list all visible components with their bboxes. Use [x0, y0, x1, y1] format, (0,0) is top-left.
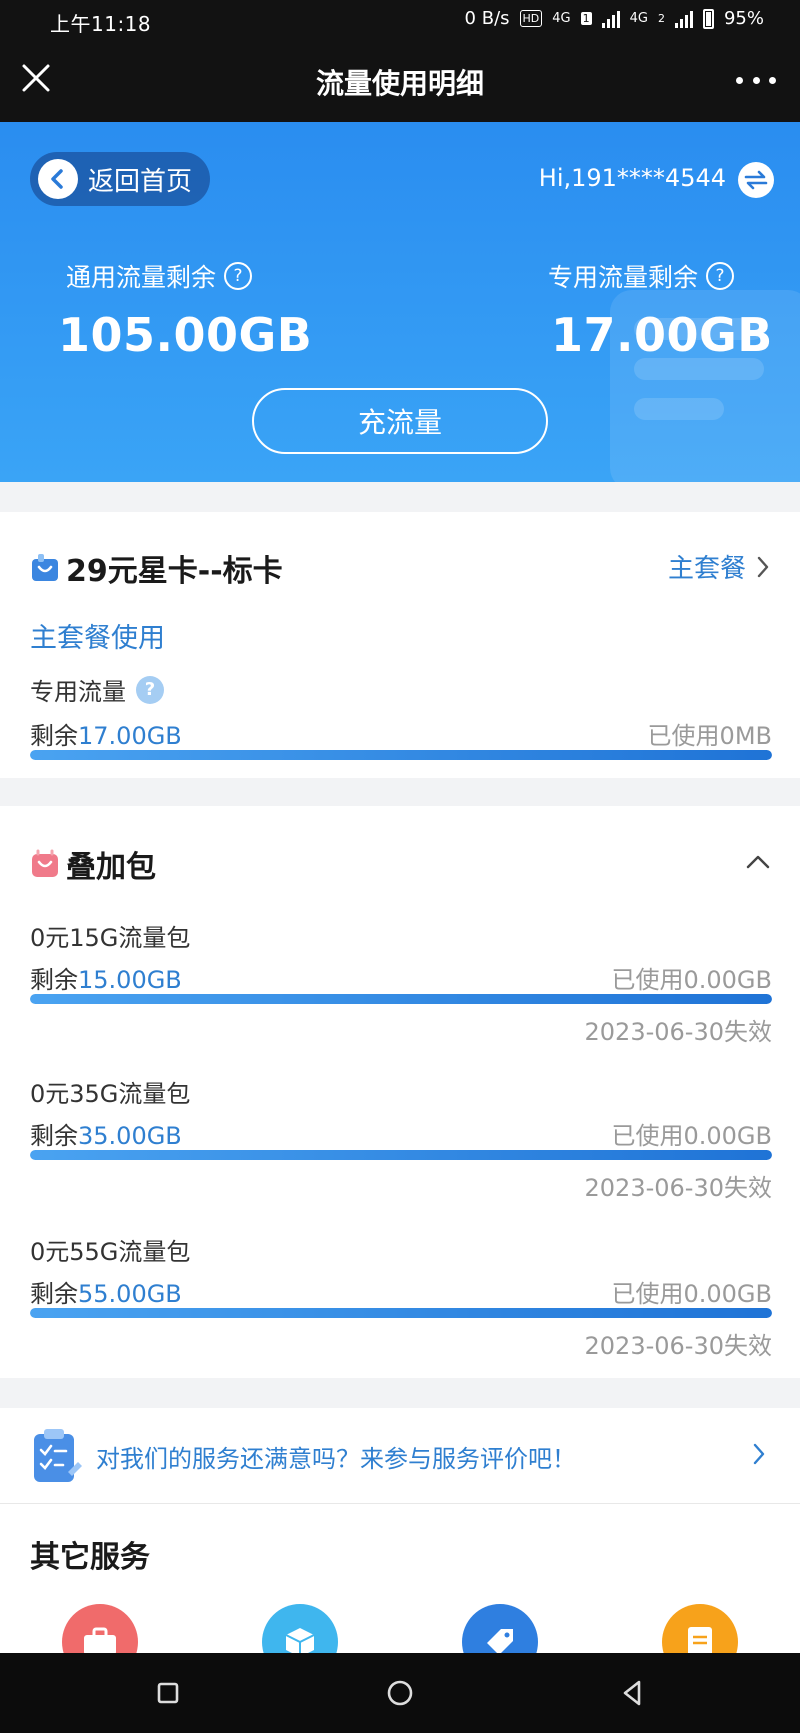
progress-fill [30, 994, 772, 1004]
general-quota-value: 105.00GB [58, 308, 313, 362]
special-data-progress-bar [30, 750, 772, 760]
main-package-usage-heading: 主套餐使用 [30, 623, 165, 654]
special-data-label: 专用流量 [30, 678, 126, 706]
special-data-remaining: 剩余17.00GB [30, 722, 182, 750]
status-bar: 上午11:18 0 B/s HD 4G 1 4G 2 95% [0, 0, 800, 40]
status-indicators: 0 B/s HD 4G 1 4G 2 95% [465, 8, 764, 29]
special-quota-value: 17.00GB [551, 308, 773, 362]
tag-icon[interactable] [462, 1604, 538, 1654]
back-icon[interactable] [616, 1677, 648, 1709]
hd-badge: HD [519, 10, 543, 27]
recent-apps-icon[interactable] [152, 1677, 184, 1709]
special-quota-label: 专用流量剩余 [548, 263, 699, 292]
bag-icon [32, 554, 58, 581]
chevron-up-icon[interactable] [744, 848, 772, 876]
sim-2: 2 [657, 12, 665, 25]
help-icon[interactable]: ? [706, 262, 735, 290]
addon-item-used: 已使用0.00GB [611, 966, 773, 994]
other-services-title: 其它服务 [30, 1540, 150, 1575]
gift-bag-icon [32, 849, 58, 877]
addon-item-expiry: 2023-06-30失效 [584, 1018, 772, 1046]
chevron-right-icon [753, 1443, 765, 1465]
signal-1-icon [601, 10, 620, 28]
special-data-remaining-value: 17.00GB [78, 722, 182, 750]
top-bar: 上午11:18 0 B/s HD 4G 1 4G 2 95% 流量使用明细 [0, 0, 800, 122]
help-icon[interactable]: ? [224, 262, 253, 290]
system-navigation-bar [0, 1653, 800, 1733]
plan-card: 29元星卡--标卡 主套餐 主套餐使用 专用流量 ? 剩余17.00GB 已使用… [0, 512, 800, 778]
battery-icon [702, 8, 714, 29]
service-survey-banner[interactable]: 对我们的服务还满意吗？来参与服务评价吧！ [0, 1408, 800, 1504]
addon-progress-bar [30, 1308, 772, 1318]
other-services-section: 其它服务 [0, 1504, 800, 1654]
net-speed: 0 B/s [464, 8, 510, 29]
back-home-button[interactable]: 返回首页 [30, 152, 210, 206]
progress-fill [30, 1308, 772, 1318]
signal-2-icon [674, 10, 693, 28]
nav-bar: 流量使用明细 [0, 40, 800, 122]
page-title: 流量使用明细 [315, 67, 484, 100]
addon-item-expiry: 2023-06-30失效 [584, 1332, 772, 1360]
sim-1: 1 [580, 12, 592, 25]
quota-header: 返回首页 Hi,191****4544 通用流量剩余 ? 105.00GB 专用… [0, 122, 800, 482]
network-2: 4G [629, 11, 648, 26]
network-1: 4G [552, 11, 571, 26]
addon-progress-bar [30, 994, 772, 1004]
addon-item-used: 已使用0.00GB [611, 1280, 773, 1308]
special-data-used: 已使用0MB [647, 722, 772, 750]
survey-text: 对我们的服务还满意吗？来参与服务评价吧！ [96, 1444, 576, 1473]
special-quota: 专用流量剩余 ? 17.00GB [548, 258, 773, 362]
home-icon[interactable] [384, 1677, 416, 1709]
main-package-link[interactable]: 主套餐 [668, 548, 770, 585]
addon-item-used: 已使用0.00GB [611, 1122, 773, 1150]
addon-progress-bar [30, 1150, 772, 1160]
addon-item-remaining: 剩余15.00GB [30, 966, 182, 994]
addon-item-expiry: 2023-06-30失效 [584, 1174, 772, 1202]
addon-title: 叠加包 [66, 850, 156, 885]
general-quota: 通用流量剩余 ? 105.00GB [58, 258, 312, 362]
addon-card: 叠加包 0元15G流量包 剩余15.00GB 已使用0.00GB 2023-06… [0, 806, 800, 1378]
help-icon[interactable]: ? [136, 675, 164, 704]
status-time: 上午11:18 [50, 12, 152, 36]
recharge-button[interactable]: 充流量 [252, 388, 548, 454]
general-quota-label: 通用流量剩余 [66, 263, 217, 292]
battery-level: 95% [723, 8, 764, 29]
back-home-label: 返回首页 [88, 166, 193, 197]
more-menu-icon[interactable] [736, 62, 776, 98]
addon-item-name: 0元55G流量包 [30, 1238, 191, 1266]
addon-item-remaining: 剩余35.00GB [30, 1122, 182, 1150]
chevron-left-icon [38, 159, 78, 199]
progress-fill [30, 750, 772, 760]
addon-item-name: 0元35G流量包 [30, 1080, 191, 1108]
box-icon[interactable] [262, 1604, 338, 1654]
addon-item-name: 0元15G流量包 [30, 924, 191, 952]
plan-name: 29元星卡--标卡 [66, 554, 283, 589]
chevron-right-icon [757, 556, 769, 577]
main-package-label: 主套餐 [667, 554, 746, 584]
document-icon[interactable] [662, 1604, 738, 1654]
addon-item-remaining: 剩余55.00GB [30, 1280, 182, 1308]
clipboard-icon [34, 1429, 82, 1482]
progress-fill [30, 1150, 772, 1160]
switch-account-icon[interactable] [738, 162, 774, 198]
user-greeting: Hi,191****4544 [538, 164, 726, 192]
briefcase-icon[interactable] [62, 1604, 138, 1654]
